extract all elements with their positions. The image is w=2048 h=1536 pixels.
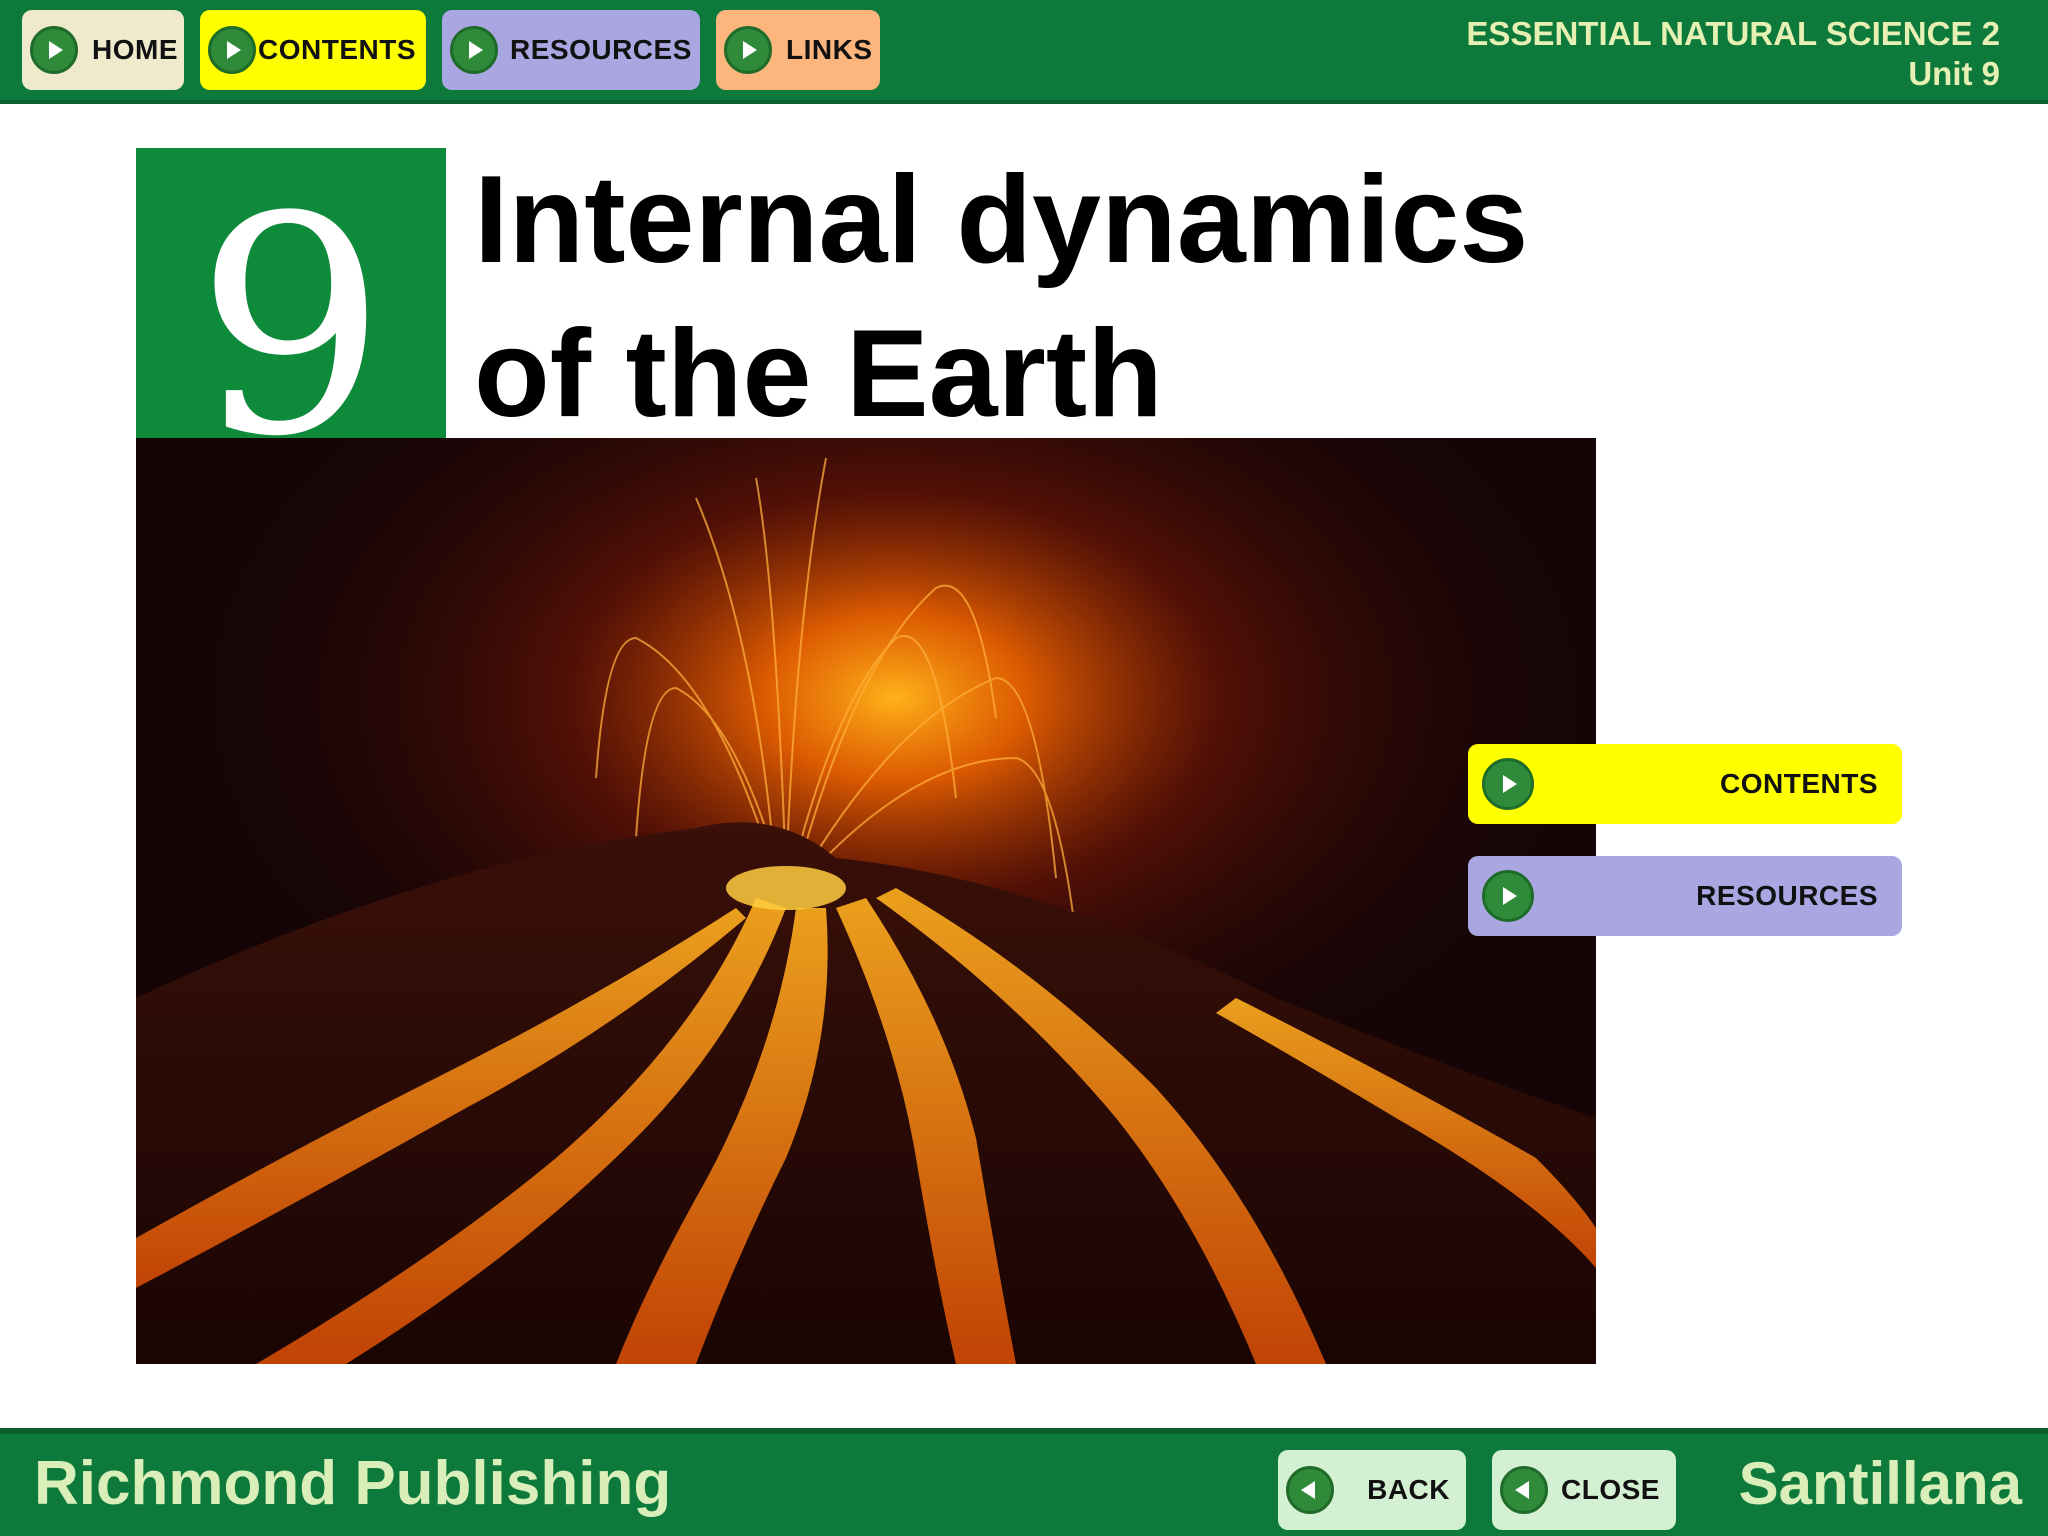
play-icon: [724, 26, 772, 74]
nav-contents-label: CONTENTS: [258, 34, 416, 65]
close-button[interactable]: CLOSE: [1492, 1450, 1676, 1530]
footer-bar: Richmond Publishing BACK CLOSE Santillan…: [0, 1428, 2048, 1536]
course-name: ESSENTIAL NATURAL SCIENCE 2: [1466, 15, 2000, 52]
play-icon: [1482, 870, 1534, 922]
brand-logo: Santillana: [1738, 1450, 2022, 1517]
course-title: ESSENTIAL NATURAL SCIENCE 2 Unit 9: [1466, 14, 2000, 94]
nav-links-label: LINKS: [786, 34, 873, 65]
play-icon: [1482, 758, 1534, 810]
back-button-label: BACK: [1367, 1474, 1450, 1505]
publisher-logo: Richmond Publishing: [34, 1449, 672, 1518]
contents-button[interactable]: CONTENTS: [1468, 744, 1902, 824]
top-navigation-bar: HOME CONTENTS RESOURCES LINKS ESSENTIAL …: [0, 0, 2048, 104]
play-icon: [30, 26, 78, 74]
chapter-number: 9: [195, 153, 387, 438]
resources-button[interactable]: RESOURCES: [1468, 856, 1902, 936]
nav-resources-label: RESOURCES: [510, 34, 692, 65]
nav-home-button[interactable]: HOME: [22, 10, 184, 90]
unit-label: Unit 9: [1908, 55, 2000, 92]
page-title-line-2: of the Earth: [474, 305, 1163, 443]
nav-contents-button[interactable]: CONTENTS: [200, 10, 426, 90]
contents-button-label: CONTENTS: [1720, 768, 1878, 799]
close-button-label: CLOSE: [1561, 1474, 1660, 1505]
play-icon: [208, 26, 256, 74]
page-title-line-1: Internal dynamics: [474, 151, 1529, 289]
back-arrow-icon: [1500, 1466, 1548, 1514]
volcano-eruption-image: [136, 438, 1596, 1364]
back-arrow-icon: [1286, 1466, 1334, 1514]
resources-button-label: RESOURCES: [1696, 880, 1878, 911]
nav-links-button[interactable]: LINKS: [716, 10, 880, 90]
nav-home-label: HOME: [92, 34, 178, 65]
back-button[interactable]: BACK: [1278, 1450, 1466, 1530]
chapter-number-box: 9: [136, 148, 446, 438]
play-icon: [450, 26, 498, 74]
nav-resources-button[interactable]: RESOURCES: [442, 10, 700, 90]
